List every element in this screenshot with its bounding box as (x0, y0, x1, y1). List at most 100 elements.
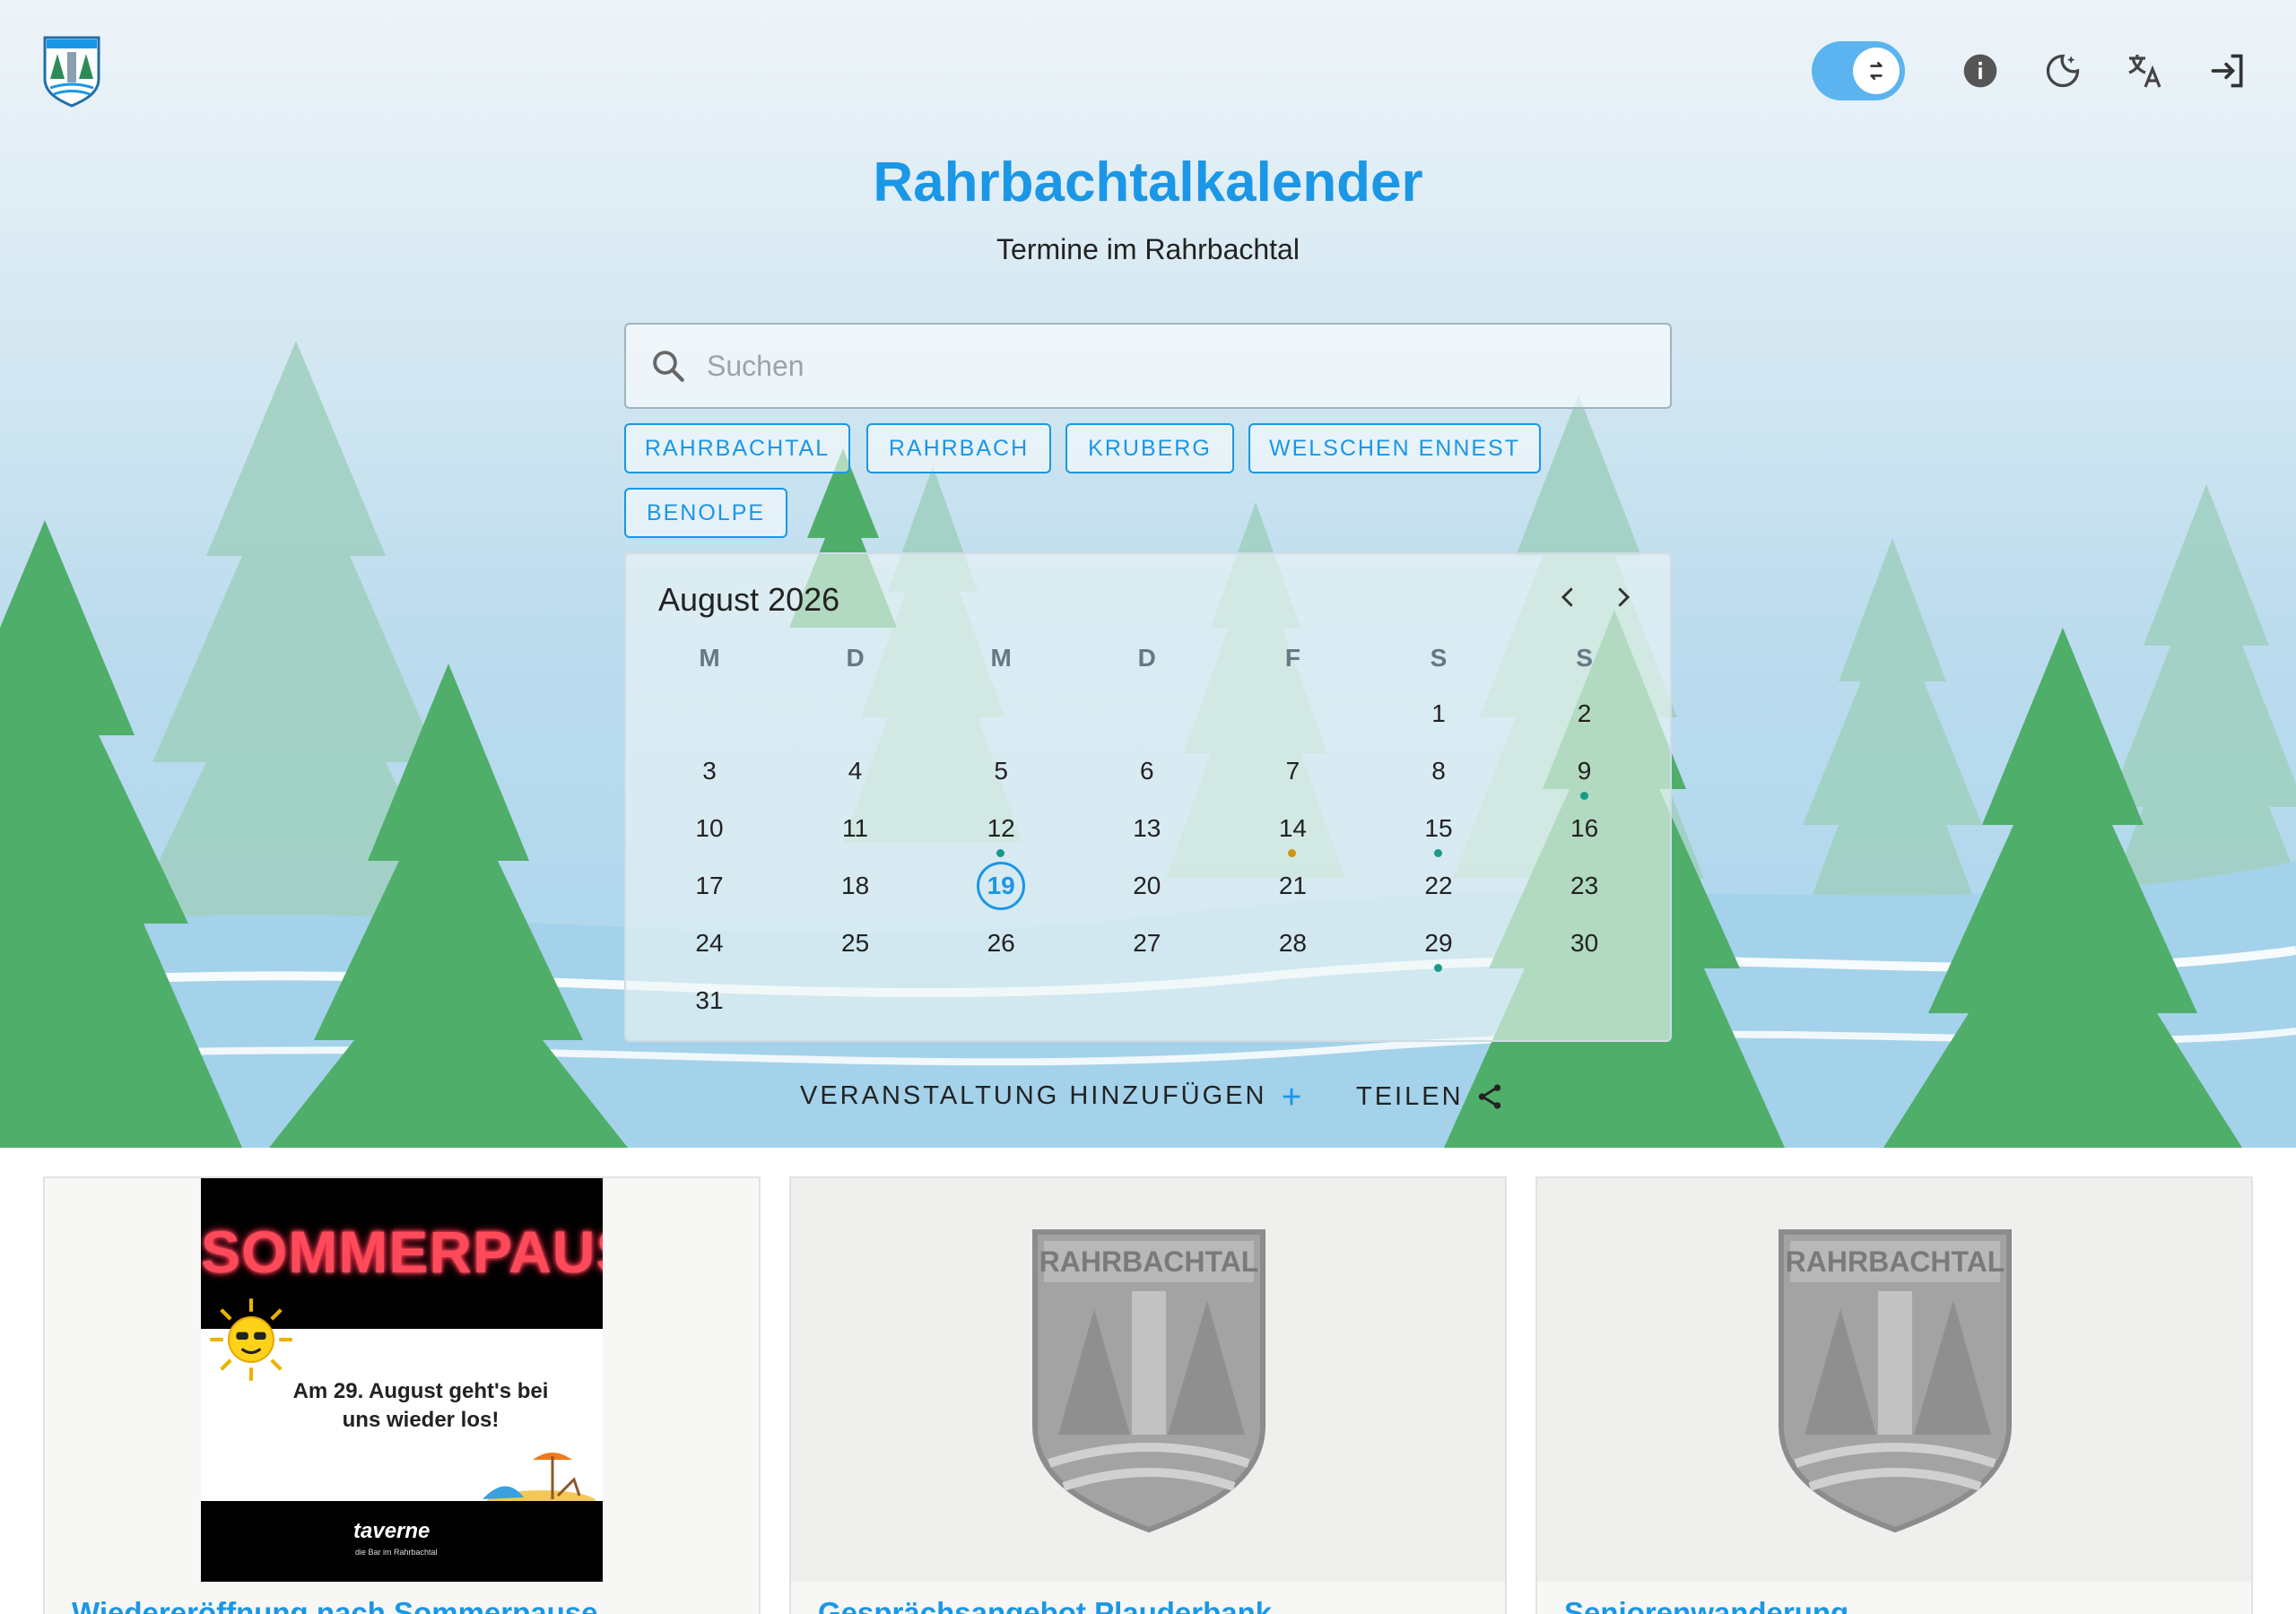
search-input[interactable] (707, 349, 1604, 383)
calendar-day[interactable]: 1 (1366, 689, 1511, 739)
calendar-day[interactable]: 20 (1074, 861, 1220, 911)
month-calendar: August 2026 M D M D F S S 1 2 3 4 5 6 7 8 9 10 11 12 13 14 15… (624, 552, 1672, 1042)
calendar-day[interactable]: 5 (928, 746, 1074, 796)
info-icon[interactable] (1939, 41, 2022, 100)
weekday-header: S (1576, 644, 1593, 672)
filter-chip-benolpe[interactable]: BENOLPE (624, 488, 787, 538)
calendar-day[interactable]: 23 (1512, 861, 1657, 911)
rahrbachtal-logo[interactable] (41, 34, 102, 108)
crest-text: RAHRBACHTAL (1786, 1245, 2005, 1278)
calendar-day-number: 29 (1424, 929, 1453, 957)
event-image: SOMMERPAUSE Am 29. August geht's bei uns… (45, 1178, 759, 1582)
weekday-header: F (1284, 644, 1300, 672)
hero-section: Rahrbachtalkalender Termine im Rahrbacht… (0, 0, 2296, 1148)
calendar-day-number: 23 (1570, 872, 1599, 899)
sun-icon (210, 1298, 292, 1381)
calendar-day[interactable]: 26 (928, 918, 1074, 968)
calendar-day[interactable]: 15 (1366, 803, 1511, 854)
calendar-day[interactable]: 18 (783, 861, 928, 911)
share-label: TEILEN (1356, 1081, 1464, 1111)
calendar-day-today[interactable]: 19 (928, 861, 1074, 911)
calendar-day-number: 11 (842, 814, 869, 842)
calendar-day[interactable]: 9 (1512, 746, 1657, 796)
calendar-day-number: 1 (1431, 699, 1446, 727)
poster-text: Am 29. August geht's bei uns wieder los! (292, 1379, 549, 1432)
calendar-day[interactable]: 7 (1220, 746, 1365, 796)
calendar-day[interactable]: 17 (637, 861, 782, 911)
weekday-header: S (1430, 644, 1448, 672)
plus-icon (1283, 1088, 1300, 1105)
calendar-day-number: 22 (1424, 872, 1453, 899)
calendar-day-number: 21 (1278, 872, 1307, 899)
event-card[interactable]: RAHRBACHTAL Seniorenwanderung (1535, 1176, 2253, 1614)
event-indicator-dot (1288, 849, 1297, 857)
rahrbachtal-crest-image: RAHRBACHTAL (1032, 1229, 1265, 1533)
search-icon (653, 351, 684, 382)
translate-icon[interactable] (2104, 41, 2187, 100)
calendar-day[interactable]: 16 (1512, 803, 1657, 854)
dark-mode-icon[interactable] (2022, 41, 2104, 100)
view-toggle-switch[interactable] (1812, 41, 1905, 100)
top-toolbar (1812, 41, 2269, 100)
calendar-actions: VERANSTALTUNG HINZUFÜGEN TEILEN (0, 1081, 2296, 1124)
swap-icon (1870, 62, 1883, 80)
event-image: RAHRBACHTAL (1537, 1178, 2251, 1582)
page-title: Rahrbachtalkalender (873, 152, 1423, 213)
weekday-header: D (846, 644, 865, 672)
calendar-day[interactable]: 3 (637, 746, 782, 796)
crest-text: RAHRBACHTAL (1039, 1245, 1259, 1278)
event-card-title[interactable]: Wiedereröffnung nach Sommerpause (72, 1596, 597, 1614)
calendar-day[interactable]: 6 (1074, 746, 1220, 796)
rahrbachtal-crest-image: RAHRBACHTAL (1779, 1229, 2012, 1533)
next-month-button[interactable] (1604, 577, 1643, 617)
calendar-day[interactable]: 13 (1074, 803, 1220, 854)
event-indicator-dot (1434, 849, 1442, 857)
calendar-day[interactable]: 31 (637, 976, 782, 1026)
calendar-day-number: 10 (695, 814, 724, 842)
share-button[interactable]: TEILEN (1356, 1081, 1505, 1112)
calendar-day[interactable]: 2 (1512, 689, 1657, 739)
event-poster: SOMMERPAUSE Am 29. August geht's bei uns… (201, 1178, 603, 1582)
calendar-day[interactable]: 24 (637, 918, 782, 968)
calendar-day[interactable]: 28 (1220, 918, 1365, 968)
poster-headline: SOMMERPAUSE (201, 1219, 603, 1285)
share-icon (1478, 1084, 1500, 1109)
chevron-right-icon (1618, 587, 1631, 607)
event-card-title[interactable]: Gesprächsangebot Plauderbank (818, 1596, 1272, 1614)
calendar-day[interactable]: 10 (637, 803, 782, 854)
event-card-title[interactable]: Seniorenwanderung (1564, 1596, 1848, 1614)
calendar-day[interactable]: 8 (1366, 746, 1511, 796)
calendar-day-number: 8 (1431, 757, 1446, 785)
weekday-header: M (699, 644, 720, 672)
calendar-day[interactable]: 29 (1366, 918, 1511, 968)
calendar-day[interactable]: 4 (783, 746, 928, 796)
event-card[interactable]: RAHRBACHTAL Gesprächsangebot Plauderbank (789, 1176, 1507, 1614)
calendar-day[interactable]: 30 (1512, 918, 1657, 968)
weekday-header: D (1137, 644, 1156, 672)
toggle-knob (1853, 48, 1900, 94)
calendar-day[interactable]: 21 (1220, 861, 1365, 911)
calendar-day[interactable]: 14 (1220, 803, 1365, 854)
calendar-day-number: 3 (702, 757, 717, 785)
filter-chip-rahrbach[interactable]: RAHRBACH (866, 423, 1051, 473)
calendar-month-label: August 2026 (658, 581, 840, 618)
calendar-day-number: 16 (1570, 814, 1599, 842)
calendar-day-number: 17 (695, 872, 724, 899)
calendar-day-number: 9 (1577, 757, 1592, 785)
calendar-day[interactable]: 22 (1366, 861, 1511, 911)
calendar-day[interactable]: 11 (783, 803, 928, 854)
calendar-day-number: 15 (1424, 814, 1453, 842)
weekday-header: M (990, 644, 1012, 672)
calendar-day-number: 20 (1133, 872, 1161, 899)
event-card[interactable]: SOMMERPAUSE Am 29. August geht's bei uns… (43, 1176, 761, 1614)
filter-chip-kruberg[interactable]: KRUBERG (1065, 423, 1234, 473)
calendar-day[interactable]: 12 (928, 803, 1074, 854)
add-event-button[interactable]: VERANSTALTUNG HINZUFÜGEN (800, 1081, 1304, 1111)
calendar-day[interactable]: 27 (1074, 918, 1220, 968)
previous-month-button[interactable] (1548, 577, 1587, 617)
calendar-day[interactable]: 25 (783, 918, 928, 968)
calendar-day-number: 31 (695, 986, 724, 1014)
filter-chip-welschen-ennest[interactable]: WELSCHEN ENNEST (1248, 423, 1541, 473)
filter-chip-rahrbachtal[interactable]: RAHRBACHTAL (624, 423, 850, 473)
login-icon[interactable] (2187, 41, 2269, 100)
